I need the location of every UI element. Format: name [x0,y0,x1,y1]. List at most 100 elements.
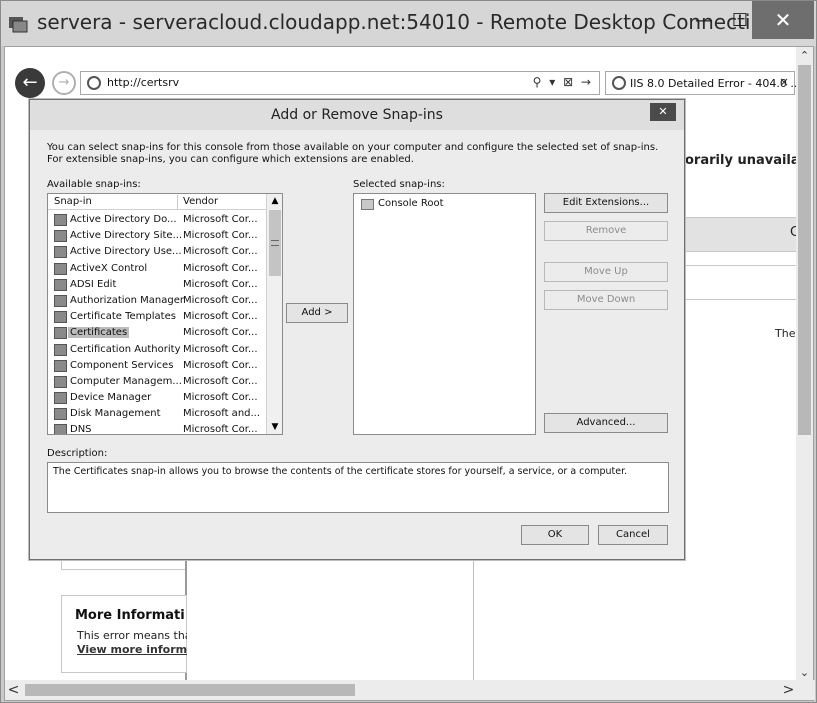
close-window-button[interactable]: ✕ [752,1,814,39]
advanced-button[interactable]: Advanced... [544,413,668,433]
snapin-row[interactable]: Active Directory Site... Microsoft Cor... [48,228,267,244]
snapin-name: Device Manager [70,392,152,404]
snapin-rows: Active Directory Do... Microsoft Cor... Ac… [48,212,267,435]
selected-snapins-label: Selected snap-ins: [353,179,445,190]
snapin-name: Disk Management [70,408,161,420]
ad-domains-icon [54,214,67,226]
snapin-row[interactable]: Authorization Manager Microsoft Cor... [48,293,267,309]
column-header-vendor[interactable]: Vendor [183,196,218,207]
snapin-vendor: Microsoft Cor... [183,246,258,258]
chevron-down-icon[interactable]: ▼ [267,422,282,432]
close-icon: ✕ [658,105,668,118]
snapin-vendor: Microsoft Cor... [183,392,258,404]
ok-button[interactable]: OK [521,525,589,545]
description-box: The Certificates snap-in allows you to b… [47,462,669,513]
device-manager-icon [54,392,67,405]
snapin-name: Active Directory Site... [70,230,183,242]
address-url: http://certsrv [107,76,180,89]
snapin-row[interactable]: Certificates Microsoft Cor... [48,325,267,341]
snapin-name: Active Directory Do... [70,214,177,225]
add-button[interactable]: Add > [286,303,348,323]
list-scrollbar[interactable]: ▲ ▼ [266,194,282,434]
scroll-right-icon[interactable]: > [780,680,797,700]
remote-desktop-icon [9,17,28,33]
description-text: The Certificates snap-in allows you to b… [53,466,628,477]
dialog-intro-text: You can select snap-ins for this console… [47,142,659,165]
snapin-vendor: Microsoft Cor... [183,294,258,306]
forward-arrow-icon: → [58,75,70,90]
page-panel-header [679,217,799,252]
snapin-vendor: Microsoft Cor... [183,262,258,274]
snapin-row[interactable]: Active Directory Use... Microsoft Cor... [48,244,267,260]
snapin-vendor: Microsoft Cor... [183,375,258,387]
computer-management-icon [54,375,67,388]
selected-snapins-list[interactable]: Console Root [353,193,536,435]
snapin-name: ADSI Edit [70,278,117,290]
maximize-icon: ☐ [731,9,749,31]
snapin-vendor: Microsoft Cor... [183,359,258,371]
dialog-titlebar[interactable]: Add or Remove Snap-ins ✕ [30,100,684,130]
tab-close-icon[interactable]: × [779,75,789,89]
snapin-row[interactable]: Disk Management Microsoft and... [48,406,267,422]
snapin-row[interactable]: Certificate Templates Microsoft Cor... [48,309,267,325]
snapin-name: Certification Authority [70,343,181,355]
remove-button[interactable]: Remove [544,221,668,241]
snapin-name: Component Services [70,359,174,371]
cancel-button[interactable]: Cancel [598,525,668,545]
browser-tab[interactable]: IIS 8.0 Detailed Error - 404.0 ... × [605,71,801,95]
available-snapins-list[interactable]: Snap-in Vendor Active Directory Do... Mic… [47,193,283,435]
snapin-name: Certificate Templates [70,311,176,323]
page-column-divider [473,552,474,682]
column-divider[interactable] [177,195,178,209]
ad-sites-icon [54,230,67,243]
snapin-row[interactable]: DNS Microsoft Cor... [48,422,267,435]
snapin-row[interactable]: Computer Managem... Microsoft Cor... [48,374,267,390]
back-button[interactable]: ← [15,68,45,98]
description-label: Description: [47,448,108,459]
back-arrow-icon: ← [22,72,38,93]
vertical-scrollbar[interactable]: ⌃ ⌄ [796,47,813,681]
scroll-down-icon[interactable]: ⌄ [796,664,813,681]
scroll-up-icon[interactable]: ⌃ [796,47,813,64]
snapin-vendor: Microsoft Cor... [183,327,258,339]
horizontal-scroll-thumb[interactable] [25,684,355,696]
scroll-left-icon[interactable]: < [5,680,22,700]
move-down-button[interactable]: Move Down [544,290,668,310]
list-header: Snap-in Vendor [48,194,267,210]
activex-icon [54,262,67,275]
console-root-item[interactable]: Console Root [378,198,444,209]
dialog-close-button[interactable]: ✕ [650,103,676,121]
snapin-row[interactable]: Component Services Microsoft Cor... [48,358,267,374]
address-bar[interactable]: http://certsrv ⚲ ▾ ⊠ → [80,71,600,95]
snapin-row[interactable]: Active Directory Do... Microsoft Cor... [48,212,267,228]
horizontal-scrollbar[interactable]: < > [5,680,815,700]
window-titlebar[interactable]: servera - serveracloud.cloudapp.net:5401… [1,1,816,46]
window-title: servera - serveracloud.cloudapp.net:5401… [37,10,770,34]
view-more-link[interactable]: View more inform [77,643,187,656]
snapin-row[interactable]: ADSI Edit Microsoft Cor... [48,277,267,293]
more-info-clip: More Informati This error means tha View… [61,595,187,673]
snapin-row[interactable]: Certification Authority Microsoft Cor... [48,342,267,358]
more-info-title: More Informati [75,608,185,623]
snapin-vendor: Microsoft Cor... [183,278,258,290]
snapin-vendor: Microsoft Cor... [183,424,258,435]
adsi-edit-icon [54,278,67,291]
ad-users-icon [54,246,67,259]
snapin-vendor: Microsoft Cor... [183,311,258,323]
chevron-up-icon[interactable]: ▲ [267,196,282,206]
snapin-name: Certificates [68,327,130,339]
page-heading-fragment: orarily unavailal [685,153,805,168]
snapin-row[interactable]: ActiveX Control Microsoft Cor... [48,261,267,277]
snapin-row[interactable]: Device Manager Microsoft Cor... [48,390,267,406]
snapin-name: Computer Managem... [70,375,182,387]
vertical-scroll-thumb[interactable] [798,65,811,435]
snapin-name: Active Directory Use... [70,246,182,258]
column-header-snapin[interactable]: Snap-in [54,196,92,207]
edit-extensions-button[interactable]: Edit Extensions... [544,193,668,213]
snapin-name: ActiveX Control [70,262,148,274]
snapin-vendor: Microsoft and... [183,408,261,420]
address-tools-icons[interactable]: ⚲ ▾ ⊠ → [533,75,593,89]
move-up-button[interactable]: Move Up [544,262,668,282]
remote-desktop-window: servera - serveracloud.cloudapp.net:5401… [0,0,817,703]
forward-button[interactable]: → [52,71,76,95]
